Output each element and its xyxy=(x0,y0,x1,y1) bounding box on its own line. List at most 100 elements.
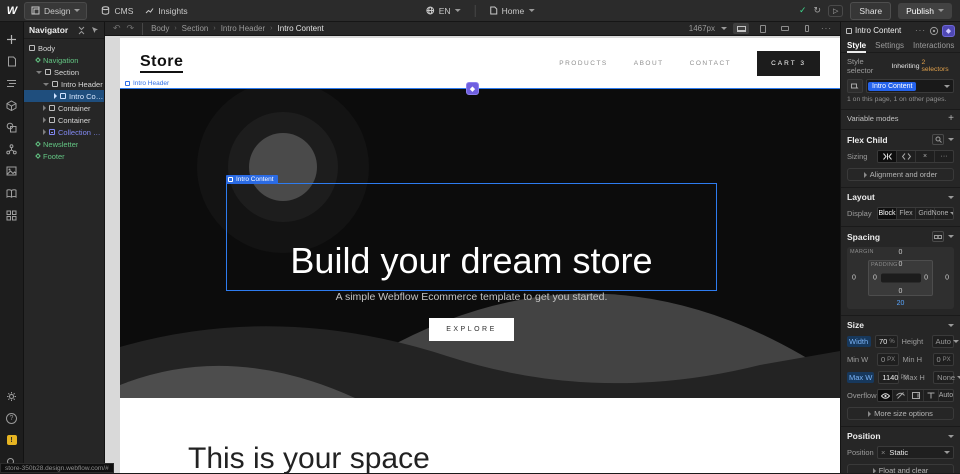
page-switcher[interactable]: Home xyxy=(484,3,541,19)
page-body[interactable]: Store PRODUCTS ABOUT CONTACT CART 3 xyxy=(120,38,840,473)
components-button[interactable] xyxy=(0,94,24,116)
selector-state-icon[interactable] xyxy=(847,79,863,93)
padding-right-value[interactable]: 0 xyxy=(924,275,928,282)
tab-settings[interactable]: Settings xyxy=(875,39,904,53)
ai-suggest-handle[interactable]: ◆ xyxy=(466,82,479,95)
caret-collapsed-icon[interactable] xyxy=(43,117,46,123)
navigator-item-collection-list[interactable]: Collection List Wra... xyxy=(24,126,104,138)
width-input[interactable]: 70% xyxy=(875,335,898,348)
breakpoint-desktop-icon[interactable] xyxy=(733,23,749,34)
min-height-input[interactable]: 0PX xyxy=(933,353,955,366)
undo-icon[interactable]: ↶ xyxy=(113,23,121,34)
max-width-input[interactable]: 1140PX xyxy=(878,371,899,384)
breadcrumb-intro-content[interactable]: Intro Content xyxy=(278,24,324,33)
publish-button[interactable]: Publish xyxy=(898,3,952,19)
caret-collapsed-icon[interactable] xyxy=(54,93,57,99)
tab-style[interactable]: Style xyxy=(847,39,866,53)
navigator-item-intro-content[interactable]: Intro Content xyxy=(24,90,104,102)
overflow-scroll-icon[interactable] xyxy=(908,390,923,401)
margin-bottom-value[interactable]: 20 xyxy=(897,300,905,307)
breadcrumb-section[interactable]: Section xyxy=(182,24,209,33)
collapse-all-icon[interactable] xyxy=(77,26,86,35)
navigator-item-newsletter[interactable]: Newsletter xyxy=(24,138,104,150)
breadcrumb-intro-header[interactable]: Intro Header xyxy=(221,24,265,33)
hero-subtitle[interactable]: A simple Webflow Ecommerce template to g… xyxy=(336,291,608,303)
component-create-icon[interactable] xyxy=(929,26,939,36)
navigator-item-navigation[interactable]: Navigation xyxy=(24,54,104,66)
display-none-option[interactable]: None xyxy=(935,208,953,219)
min-width-unit[interactable]: PX xyxy=(885,357,895,363)
intro-content-element-badge[interactable]: Intro Content xyxy=(226,175,278,184)
next-section-heading[interactable]: This is your space xyxy=(188,442,430,473)
margin-left-value[interactable]: 0 xyxy=(852,275,856,282)
navigator-item-footer[interactable]: Footer xyxy=(24,150,104,162)
position-dropdown[interactable]: × Static xyxy=(877,446,954,459)
variables-button[interactable] xyxy=(0,116,24,138)
flex-parent-highlight-icon[interactable] xyxy=(932,134,944,145)
float-clear-button[interactable]: Float and clear xyxy=(847,464,954,473)
interactions-button[interactable] xyxy=(0,138,24,160)
store-logo[interactable]: Store xyxy=(140,53,183,73)
alignment-order-button[interactable]: Alignment and order xyxy=(847,168,954,181)
margin-top-value[interactable]: 0 xyxy=(899,249,903,256)
caret-collapsed-icon[interactable] xyxy=(43,129,46,135)
sizing-grow-icon[interactable] xyxy=(897,151,916,162)
caret-collapsed-icon[interactable] xyxy=(43,105,46,111)
cms-button[interactable]: CMS xyxy=(95,3,139,19)
padding-bottom-value[interactable]: 0 xyxy=(899,288,903,295)
breakpoint-phone-portrait-icon[interactable] xyxy=(799,23,815,34)
nav-link-products[interactable]: PRODUCTS xyxy=(559,60,607,67)
width-unit[interactable]: % xyxy=(887,339,894,345)
margin-right-value[interactable]: 0 xyxy=(945,275,949,282)
padding-top-value[interactable]: 0 xyxy=(899,261,903,268)
design-canvas[interactable]: Store PRODUCTS ABOUT CONTACT CART 3 xyxy=(105,36,840,473)
chevron-down-icon[interactable] xyxy=(948,196,954,199)
height-input[interactable]: Auto xyxy=(932,335,955,348)
more-options-icon[interactable]: ··· xyxy=(915,26,926,35)
nav-link-contact[interactable]: CONTACT xyxy=(690,60,731,67)
chevron-down-icon[interactable] xyxy=(948,138,954,141)
overflow-visible-icon[interactable] xyxy=(878,390,893,401)
overflow-auto-option[interactable]: Auto xyxy=(939,390,953,401)
audit-warning-icon[interactable]: ! xyxy=(0,429,24,451)
navigator-item-body[interactable]: Body xyxy=(24,42,104,54)
sizing-shrink-icon[interactable] xyxy=(878,151,897,162)
viewport-width-value[interactable]: 1467px xyxy=(689,24,715,33)
navigator-button[interactable] xyxy=(0,72,24,94)
design-mode-button[interactable]: Design xyxy=(24,2,87,20)
caret-expanded-icon[interactable] xyxy=(43,83,49,86)
add-element-button[interactable] xyxy=(0,28,24,50)
navigator-item-container[interactable]: Container xyxy=(24,114,104,126)
chevron-down-icon[interactable] xyxy=(948,235,954,238)
webflow-logo[interactable]: W xyxy=(0,5,24,17)
nav-link-about[interactable]: ABOUT xyxy=(634,60,664,67)
overflow-hidden-icon[interactable] xyxy=(893,390,908,401)
spacing-settings-icon[interactable] xyxy=(932,231,944,242)
sizing-custom-icon[interactable]: ··· xyxy=(935,151,953,162)
pages-button[interactable] xyxy=(0,50,24,72)
inheriting-count[interactable]: 2 selectors xyxy=(922,59,955,73)
spacing-diagram[interactable]: MARGIN 0 0 0 20 PADDING 0 0 0 0 xyxy=(847,247,954,309)
explore-button[interactable]: EXPLORE xyxy=(429,318,514,341)
site-header[interactable]: Store PRODUCTS ABOUT CONTACT CART 3 xyxy=(120,38,840,88)
intro-header-element-badge[interactable]: Intro Header xyxy=(123,79,171,88)
caret-expanded-icon[interactable] xyxy=(36,71,42,74)
sizing-none-icon[interactable]: × xyxy=(916,151,935,162)
tab-interactions[interactable]: Interactions xyxy=(913,39,954,53)
navigator-item-intro-header[interactable]: Intro Header xyxy=(24,78,104,90)
chevron-down-icon[interactable] xyxy=(948,435,954,438)
history-icon[interactable]: ↻ xyxy=(813,5,821,16)
more-size-options-button[interactable]: More size options xyxy=(847,407,954,420)
chevron-down-icon[interactable] xyxy=(948,324,954,327)
insights-button[interactable]: Insights xyxy=(139,3,193,19)
min-width-input[interactable]: 0PX xyxy=(877,353,899,366)
display-flex-option[interactable]: Flex xyxy=(897,208,916,219)
display-block-option[interactable]: Block xyxy=(878,208,897,219)
add-variable-mode-icon[interactable]: + xyxy=(948,115,954,123)
navigator-item-section[interactable]: Section xyxy=(24,66,104,78)
redo-icon[interactable]: ↷ xyxy=(127,23,135,34)
share-button[interactable]: Share xyxy=(850,2,891,20)
class-selector-input[interactable]: Intro Content xyxy=(866,79,954,93)
padding-left-value[interactable]: 0 xyxy=(873,275,877,282)
overflow-clip-icon[interactable] xyxy=(924,390,939,401)
